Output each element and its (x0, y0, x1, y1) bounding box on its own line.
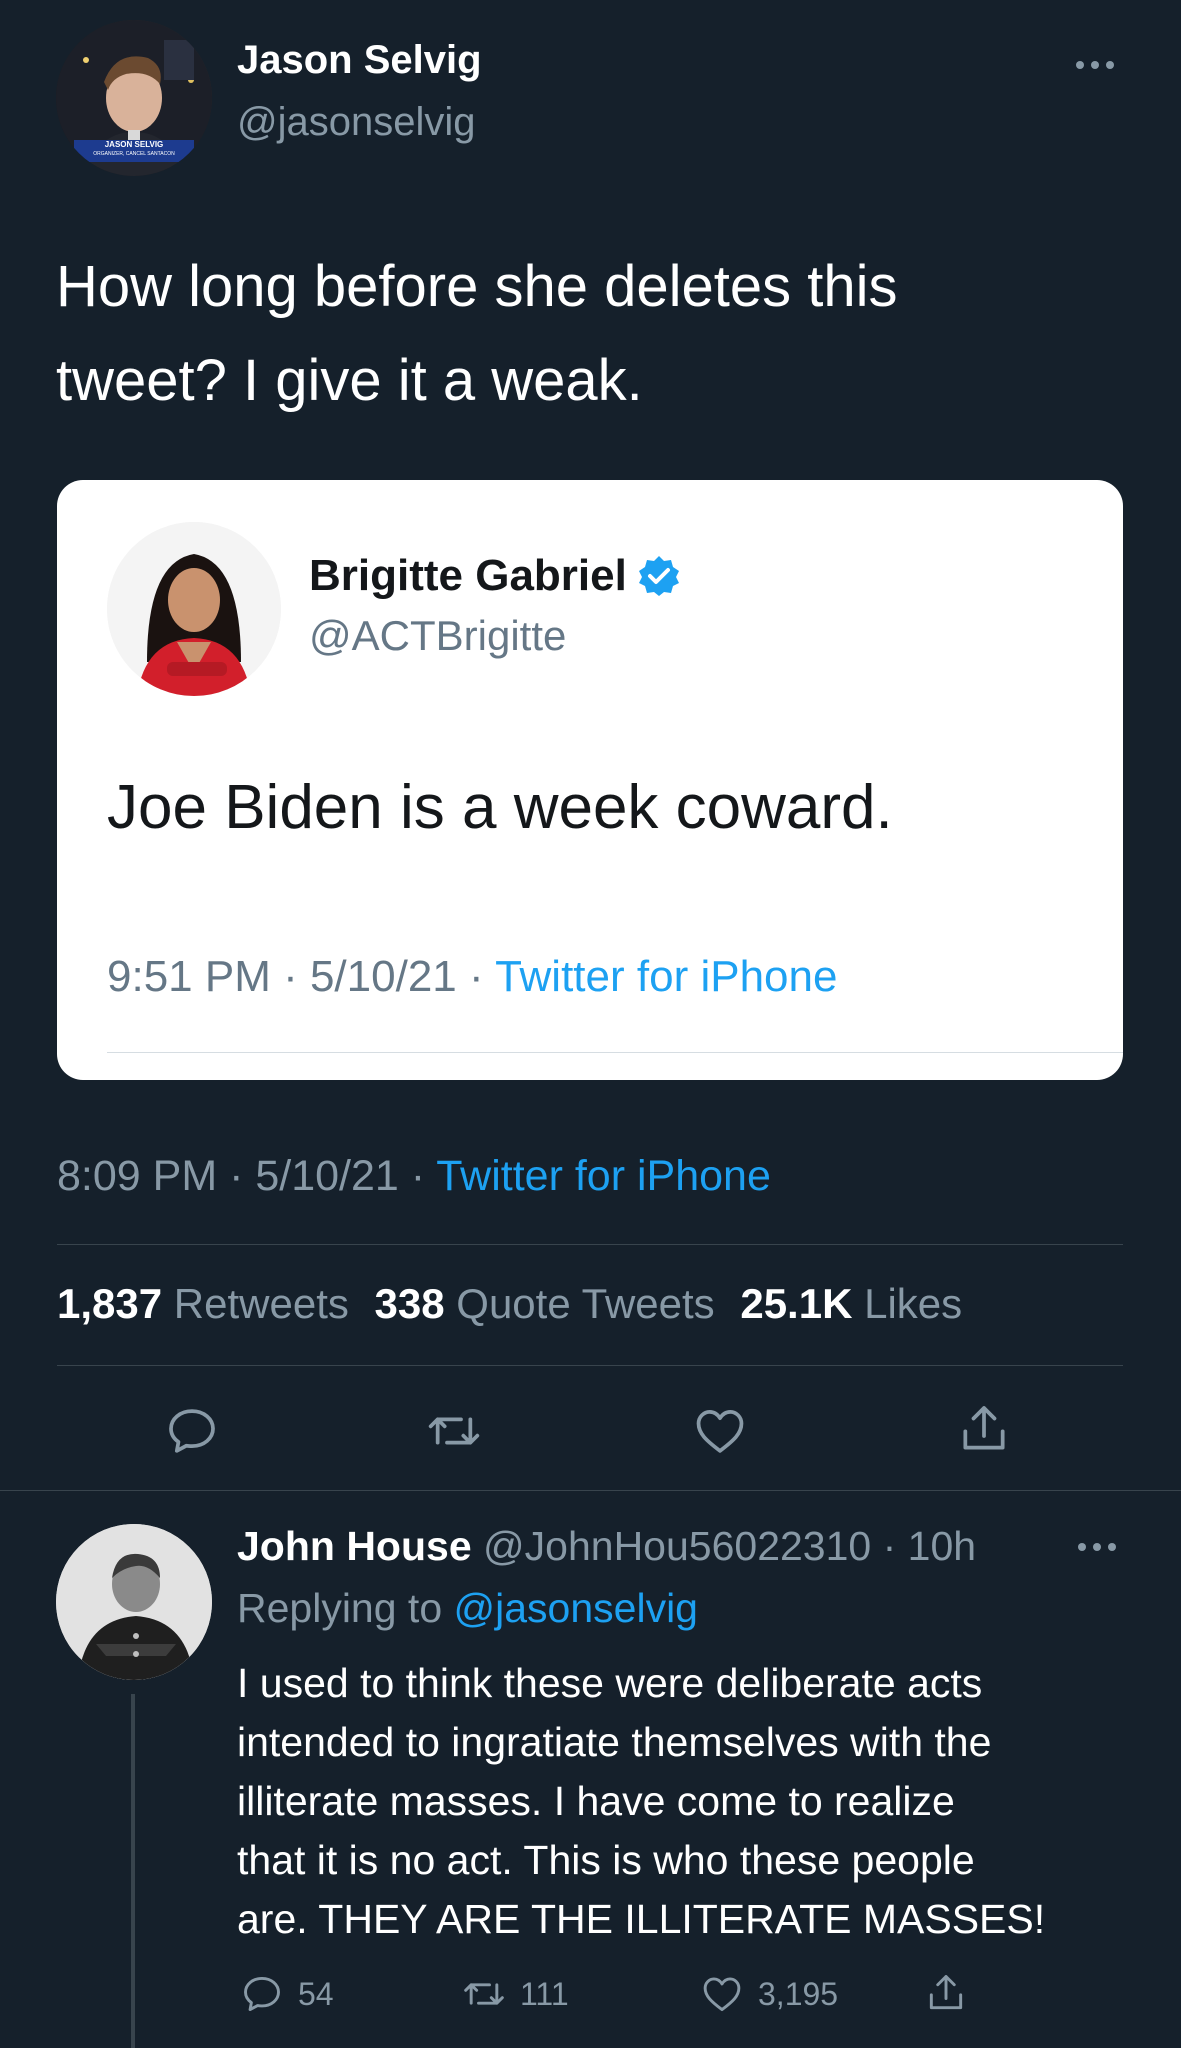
retweets-label: Retweets (173, 1280, 349, 1327)
like-button[interactable] (692, 1403, 748, 1459)
reply-count: 54 (298, 1975, 334, 2012)
reply-time[interactable]: · 10h (871, 1523, 976, 1569)
share-icon (929, 1975, 963, 2010)
replying-to: Replying to @jasonselvig (237, 1582, 698, 1634)
avatar-photo (56, 1524, 212, 1680)
divider (57, 1365, 1123, 1366)
verified-badge-icon (637, 554, 681, 598)
reply-button[interactable] (164, 1403, 220, 1459)
reply-share-button[interactable] (924, 1970, 968, 2016)
retweet-count: 111 (520, 1975, 569, 2012)
reply-header: John House @JohnHou56022310 · 10h (237, 1520, 976, 1572)
quoted-tweet-card[interactable]: Brigitte Gabriel @ACTBrigitte Joe Biden … (57, 480, 1123, 1080)
reply-author-handle[interactable]: @JohnHou56022310 (483, 1523, 871, 1569)
replying-to-prefix: Replying to (237, 1585, 454, 1631)
avatar-photo (107, 522, 281, 696)
quoted-card-divider (107, 1052, 1123, 1053)
tweet-meta: 8:09 PM · 5/10/21 · Twitter for iPhone (57, 1152, 771, 1201)
tweet-text: How long before she deletes this tweet? … (56, 254, 898, 413)
reply-icon (169, 1409, 215, 1453)
quoted-author-name[interactable]: Brigitte Gabriel (309, 551, 627, 601)
reply-text-line: illiterate masses. I have come to realiz… (237, 1778, 955, 1824)
reply-text-line: that it is no act. This is who these peo… (237, 1837, 975, 1883)
tweet-source[interactable]: Twitter for iPhone (436, 1152, 771, 1200)
quotes-stat[interactable]: 338 Quote Tweets (375, 1280, 727, 1327)
stats-row: 1,837 Retweets 338 Quote Tweets 25.1K Li… (57, 1280, 962, 1328)
quoted-tweet-timestamp: 9:51 PM · 5/10/21 · (107, 952, 496, 1001)
avatar-lower-third: JASON SELVIG ORGANIZER, CANCEL SANTACON (74, 140, 194, 162)
replying-to-link[interactable]: @jasonselvig (454, 1585, 698, 1631)
likes-stat[interactable]: 25.1K Likes (740, 1280, 962, 1327)
quoted-tweet-source[interactable]: Twitter for iPhone (495, 952, 837, 1001)
author-avatar[interactable]: JASON SELVIG ORGANIZER, CANCEL SANTACON (56, 20, 212, 176)
reply-more-options-button[interactable] (1072, 1532, 1122, 1562)
divider (57, 1244, 1123, 1245)
reply-like-button[interactable]: 3,195 (700, 1972, 838, 2016)
more-horizontal-icon (1076, 61, 1114, 69)
tweet-timestamp: 8:09 PM · 5/10/21 · (57, 1152, 437, 1200)
author-name[interactable]: Jason Selvig (237, 38, 482, 83)
more-options-button[interactable] (1070, 50, 1120, 80)
retweet-icon (428, 1417, 480, 1445)
like-count: 3,195 (758, 1975, 839, 2012)
quoted-tweet-text: Joe Biden is a week coward. (107, 773, 893, 842)
retweets-stat[interactable]: 1,837 Retweets (57, 1280, 361, 1327)
share-icon (963, 1406, 1005, 1450)
likes-count: 25.1K (740, 1280, 853, 1327)
quoted-author-name-row[interactable]: Brigitte Gabriel (309, 550, 681, 602)
retweet-button[interactable] (426, 1403, 482, 1459)
like-icon (703, 1977, 741, 2012)
reply-text-line: I used to think these were deliberate ac… (237, 1660, 983, 1706)
retweets-count: 1,837 (57, 1280, 163, 1327)
quoted-author-handle[interactable]: @ACTBrigitte (309, 612, 566, 660)
share-button[interactable] (956, 1400, 1012, 1458)
author-handle[interactable]: @jasonselvig (237, 100, 476, 145)
reply-reply-button[interactable]: 54 (240, 1972, 334, 2016)
quoted-author-avatar[interactable] (107, 522, 281, 696)
quotes-label: Quote Tweets (456, 1280, 715, 1327)
thread-line (131, 1694, 135, 2048)
reply-author-avatar[interactable] (56, 1524, 212, 1680)
avatar-caption: JASON SELVIG (104, 140, 164, 149)
likes-label: Likes (864, 1280, 963, 1327)
reply-author-name[interactable]: John House (237, 1523, 472, 1569)
reply-text-line: are. THEY ARE THE ILLITERATE MASSES! (237, 1896, 1046, 1942)
reply-retweet-button[interactable]: 111 (462, 1972, 569, 2016)
reply-text: I used to think these were deliberate ac… (237, 1654, 1045, 1949)
more-horizontal-icon (1078, 1543, 1116, 1551)
quotes-count: 338 (374, 1280, 445, 1327)
like-icon (696, 1410, 744, 1453)
divider (0, 1490, 1181, 1491)
retweet-icon (464, 1983, 504, 2005)
reply-text-line: intended to ingratiate themselves with t… (237, 1719, 992, 1765)
quoted-tweet-meta: 9:51 PM · 5/10/21 · Twitter for iPhone (107, 952, 837, 1002)
avatar-subcaption: ORGANIZER, CANCEL SANTACON (93, 151, 175, 157)
reply-icon (244, 1976, 280, 2012)
